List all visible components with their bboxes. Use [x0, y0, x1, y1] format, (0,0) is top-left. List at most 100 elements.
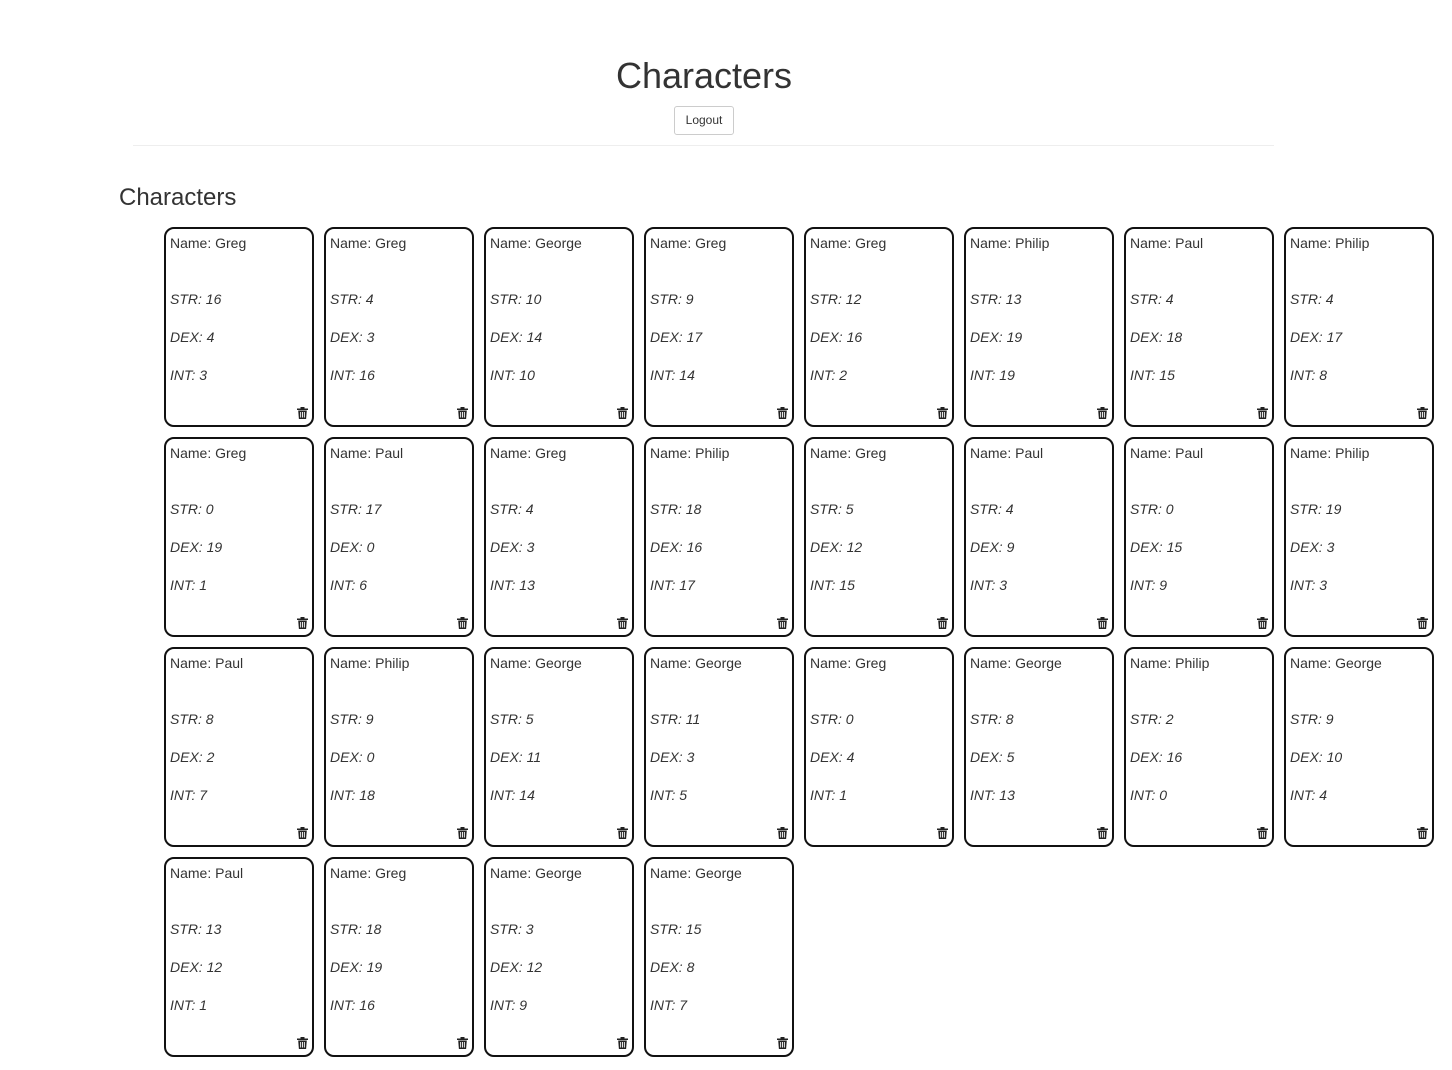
value-dex: 16 — [686, 539, 703, 555]
label-str: STR: — [490, 501, 526, 517]
trash-icon[interactable] — [617, 1037, 628, 1049]
trash-icon[interactable] — [617, 617, 628, 629]
trash-icon[interactable] — [1097, 827, 1108, 839]
trash-icon[interactable] — [937, 617, 948, 629]
trash-icon[interactable] — [777, 827, 788, 839]
character-int: INT: 3 — [170, 367, 207, 383]
character-name: Name: George — [490, 235, 582, 251]
character-str: STR: 19 — [1290, 501, 1341, 517]
character-name: Name: George — [970, 655, 1062, 671]
character-int: INT: 6 — [330, 577, 367, 593]
character-str: STR: 17 — [330, 501, 381, 517]
value-int: 17 — [679, 577, 695, 593]
label-dex: DEX: — [1130, 329, 1167, 345]
trash-icon[interactable] — [777, 407, 788, 419]
character-card-14: Name: Paul STR: 4 DEX: 9 INT: 3 — [964, 437, 1114, 637]
value-name: Paul — [215, 655, 244, 671]
trash-icon[interactable] — [1417, 407, 1428, 419]
label-str: STR: — [1130, 501, 1166, 517]
trash-icon[interactable] — [457, 407, 468, 419]
label-name: Name: — [650, 655, 696, 671]
value-dex: 8 — [686, 959, 695, 975]
trash-icon[interactable] — [1257, 827, 1268, 839]
character-dex: DEX: 16 — [810, 329, 862, 345]
trash-icon[interactable] — [1257, 617, 1268, 629]
label-int: INT: — [170, 997, 200, 1013]
character-name: Name: Greg — [490, 445, 566, 461]
trash-icon[interactable] — [617, 827, 628, 839]
value-int: 7 — [679, 997, 688, 1013]
trash-icon[interactable] — [297, 827, 308, 839]
trash-icon[interactable] — [1097, 407, 1108, 419]
trash-icon[interactable] — [777, 617, 788, 629]
label-int: INT: — [170, 787, 200, 803]
value-name: George — [695, 865, 742, 881]
character-card-6: Name: Philip STR: 13 DEX: 19 INT: 19 — [964, 227, 1114, 427]
label-name: Name: — [1130, 655, 1176, 671]
label-name: Name: — [970, 655, 1016, 671]
trash-icon[interactable] — [937, 827, 948, 839]
label-name: Name: — [170, 445, 216, 461]
value-dex: 3 — [526, 539, 535, 555]
value-int: 16 — [359, 997, 375, 1013]
label-name: Name: — [490, 235, 536, 251]
label-dex: DEX: — [1290, 329, 1327, 345]
label-int: INT: — [1290, 367, 1320, 383]
trash-icon[interactable] — [457, 1037, 468, 1049]
trash-icon[interactable] — [297, 1037, 308, 1049]
character-name: Name: Greg — [330, 865, 406, 881]
label-dex: DEX: — [490, 539, 527, 555]
character-str: STR: 18 — [650, 501, 701, 517]
character-int: INT: 1 — [170, 997, 207, 1013]
character-card-27: Name: George STR: 3 DEX: 12 INT: 9 — [484, 857, 634, 1057]
label-dex: DEX: — [490, 329, 527, 345]
label-int: INT: — [970, 787, 1000, 803]
value-name: Greg — [855, 235, 887, 251]
label-int: INT: — [1130, 787, 1160, 803]
trash-icon[interactable] — [457, 617, 468, 629]
value-name: Paul — [1175, 445, 1204, 461]
character-card-20: Name: George STR: 11 DEX: 3 INT: 5 — [644, 647, 794, 847]
trash-icon[interactable] — [937, 407, 948, 419]
character-str: STR: 9 — [650, 291, 694, 307]
trash-icon[interactable] — [1257, 407, 1268, 419]
character-card-7: Name: Paul STR: 4 DEX: 18 INT: 15 — [1124, 227, 1274, 427]
character-str: STR: 0 — [1130, 501, 1174, 517]
value-str: 15 — [685, 921, 702, 937]
value-str: 3 — [525, 921, 534, 937]
logout-button[interactable]: Logout — [674, 106, 734, 135]
label-int: INT: — [330, 787, 360, 803]
value-str: 10 — [525, 291, 542, 307]
label-int: INT: — [650, 367, 680, 383]
character-int: INT: 16 — [330, 997, 375, 1013]
trash-icon[interactable] — [617, 407, 628, 419]
trash-icon[interactable] — [1097, 617, 1108, 629]
character-int: INT: 2 — [810, 367, 847, 383]
label-dex: DEX: — [330, 539, 367, 555]
label-int: INT: — [650, 577, 680, 593]
value-name: Greg — [535, 445, 567, 461]
value-dex: 15 — [1166, 539, 1183, 555]
character-dex: DEX: 3 — [1290, 539, 1334, 555]
value-int: 7 — [199, 787, 208, 803]
character-int: INT: 19 — [970, 367, 1015, 383]
trash-icon[interactable] — [457, 827, 468, 839]
trash-icon[interactable] — [1417, 617, 1428, 629]
character-card-9: Name: Greg STR: 0 DEX: 19 INT: 1 — [164, 437, 314, 637]
value-int: 3 — [1319, 577, 1328, 593]
character-str: STR: 16 — [170, 291, 221, 307]
character-name: Name: Greg — [810, 235, 886, 251]
value-dex: 10 — [1326, 749, 1343, 765]
trash-icon[interactable] — [777, 1037, 788, 1049]
character-str: STR: 8 — [170, 711, 214, 727]
value-str: 0 — [205, 501, 214, 517]
character-dex: DEX: 12 — [170, 959, 222, 975]
character-name: Name: George — [650, 865, 742, 881]
value-int: 6 — [359, 577, 368, 593]
trash-icon[interactable] — [297, 617, 308, 629]
label-int: INT: — [810, 577, 840, 593]
trash-icon[interactable] — [1417, 827, 1428, 839]
character-dex: DEX: 4 — [170, 329, 214, 345]
trash-icon[interactable] — [297, 407, 308, 419]
character-int: INT: 18 — [330, 787, 375, 803]
